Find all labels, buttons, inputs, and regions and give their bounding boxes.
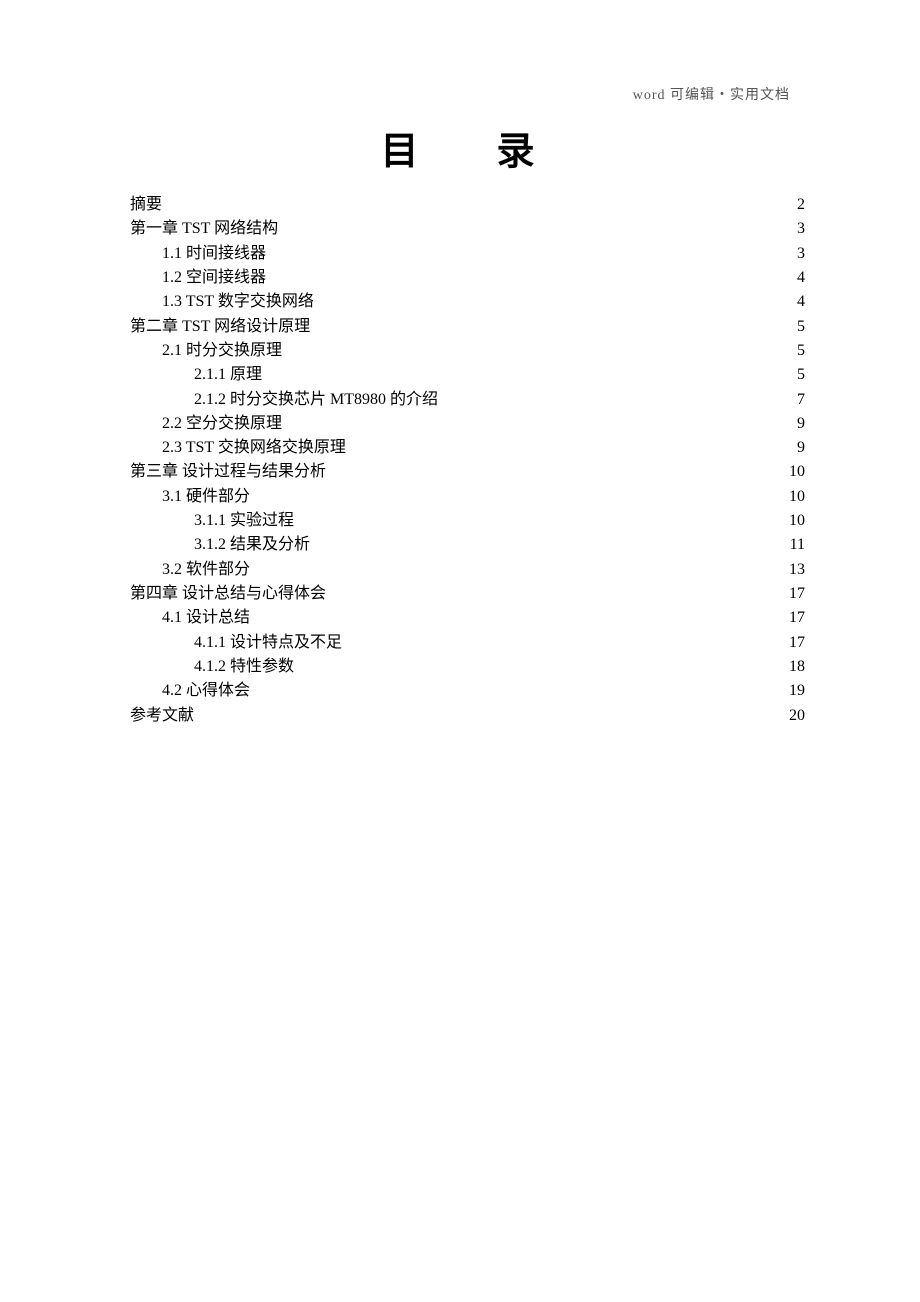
toc-entry: 第一章 TST 网络结构 3 — [130, 217, 805, 241]
toc-entry-label: 摘要 — [130, 193, 162, 217]
toc-entry-label: 4.1.2 特性参数 — [194, 655, 294, 679]
toc-entry-page: 4 — [797, 266, 805, 290]
toc-entry-label: 4.1 设计总结 — [162, 606, 250, 630]
toc-entry-page: 10 — [789, 460, 805, 484]
toc-entry-page: 17 — [789, 582, 805, 606]
toc-entry: 4.1 设计总结 17 — [130, 606, 805, 630]
toc-entry: 第二章 TST 网络设计原理 5 — [130, 315, 805, 339]
toc-entry-page: 3 — [797, 242, 805, 266]
toc-entry-page: 17 — [789, 631, 805, 655]
toc-title: 目 录 — [130, 120, 805, 175]
toc-entry-label: 2.2 空分交换原理 — [162, 412, 282, 436]
table-of-contents: 摘要2第一章 TST 网络结构31.1 时间接线器31.2 空间接线器41.3 … — [130, 193, 805, 728]
toc-entry-label: 2.1.1 原理 — [194, 363, 262, 387]
toc-entry: 2.1.2 时分交换芯片 MT8980 的介绍 7 — [130, 388, 805, 412]
toc-entry-label: 4.2 心得体会 — [162, 679, 250, 703]
toc-entry-label: 1.1 时间接线器 — [162, 242, 266, 266]
toc-entry: 4.2 心得体会 19 — [130, 679, 805, 703]
toc-entry-label: 3.1.2 结果及分析 — [194, 533, 310, 557]
toc-entry: 第四章 设计总结与心得体会 17 — [130, 582, 805, 606]
toc-entry-label: 2.3 TST 交换网络交换原理 — [162, 436, 346, 460]
toc-entry: 1.2 空间接线器 4 — [130, 266, 805, 290]
toc-entry: 参考文献 20 — [130, 704, 805, 728]
toc-entry: 2.3 TST 交换网络交换原理 9 — [130, 436, 805, 460]
toc-entry-page: 7 — [797, 388, 805, 412]
toc-entry-page: 20 — [789, 704, 805, 728]
toc-entry-label: 2.1.2 时分交换芯片 MT8980 的介绍 — [194, 388, 438, 412]
toc-entry-label: 第三章 设计过程与结果分析 — [130, 460, 326, 484]
toc-entry-page: 18 — [789, 655, 805, 679]
toc-entry-page: 3 — [797, 217, 805, 241]
toc-entry-page: 4 — [797, 290, 805, 314]
toc-entry-page: 9 — [797, 436, 805, 460]
toc-entry-label: 第一章 TST 网络结构 — [130, 217, 278, 241]
toc-entry: 3.2 软件部分 13 — [130, 558, 805, 582]
toc-entry-page: 5 — [797, 315, 805, 339]
toc-entry-label: 3.1 硬件部分 — [162, 485, 250, 509]
toc-entry-label: 参考文献 — [130, 704, 194, 728]
toc-entry: 2.1.1 原理 5 — [130, 363, 805, 387]
toc-entry: 3.1.2 结果及分析 11 — [130, 533, 805, 557]
header-note: word 可编辑・实用文档 — [633, 84, 790, 104]
toc-entry-page: 19 — [789, 679, 805, 703]
toc-entry-label: 2.1 时分交换原理 — [162, 339, 282, 363]
toc-entry: 1.3 TST 数字交换网络 4 — [130, 290, 805, 314]
toc-entry: 摘要 2 — [130, 193, 805, 217]
toc-entry-label: 4.1.1 设计特点及不足 — [194, 631, 342, 655]
document-page: word 可编辑・实用文档 目 录 摘要2第一章 TST 网络结构31.1 时间… — [0, 0, 920, 728]
toc-entry: 2.2 空分交换原理 9 — [130, 412, 805, 436]
toc-entry-label: 第二章 TST 网络设计原理 — [130, 315, 310, 339]
toc-entry: 2.1 时分交换原理 5 — [130, 339, 805, 363]
toc-entry-page: 9 — [797, 412, 805, 436]
toc-entry-page: 11 — [790, 533, 805, 557]
toc-entry-page: 2 — [797, 193, 805, 217]
toc-entry: 1.1 时间接线器 3 — [130, 242, 805, 266]
toc-entry-label: 3.2 软件部分 — [162, 558, 250, 582]
toc-entry-label: 第四章 设计总结与心得体会 — [130, 582, 326, 606]
toc-entry-page: 17 — [789, 606, 805, 630]
toc-entry-page: 10 — [789, 509, 805, 533]
toc-entry-label: 1.3 TST 数字交换网络 — [162, 290, 314, 314]
toc-entry-label: 3.1.1 实验过程 — [194, 509, 294, 533]
toc-entry: 第三章 设计过程与结果分析 10 — [130, 460, 805, 484]
toc-entry-page: 10 — [789, 485, 805, 509]
toc-entry-label: 1.2 空间接线器 — [162, 266, 266, 290]
toc-entry-page: 13 — [789, 558, 805, 582]
toc-entry-page: 5 — [797, 339, 805, 363]
toc-entry: 3.1.1 实验过程 10 — [130, 509, 805, 533]
toc-entry: 3.1 硬件部分 10 — [130, 485, 805, 509]
toc-entry-page: 5 — [797, 363, 805, 387]
toc-entry: 4.1.1 设计特点及不足 17 — [130, 631, 805, 655]
toc-entry: 4.1.2 特性参数 18 — [130, 655, 805, 679]
